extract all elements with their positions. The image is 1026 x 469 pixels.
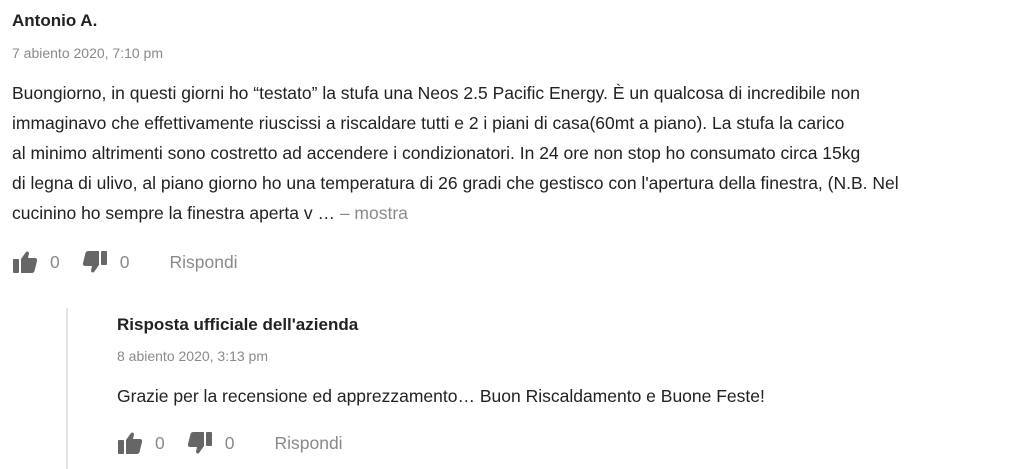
thumbs-down-icon bbox=[187, 432, 212, 454]
reply-button[interactable]: Rispondi bbox=[274, 433, 342, 454]
like-count: 0 bbox=[50, 251, 60, 272]
official-reply-author: Risposta ufficiale dell'azienda bbox=[117, 315, 359, 334]
review-actions: 0 0 Rispondi bbox=[12, 248, 1022, 276]
show-more-link[interactable]: – mostra bbox=[340, 203, 408, 223]
review-author: Antonio A. bbox=[12, 11, 98, 30]
official-reply-thread: Risposta ufficiale dell'azienda 8 abient… bbox=[66, 308, 1018, 469]
like-button[interactable]: 0 bbox=[12, 250, 60, 274]
dislike-count: 0 bbox=[119, 251, 130, 272]
review-body: Buongiorno, in questi giorni ho “testato… bbox=[12, 78, 1024, 228]
review-body-line: immaginavo che effettivamente riuscissi … bbox=[12, 113, 845, 133]
official-reply-card: Risposta ufficiale dell'azienda 8 abient… bbox=[117, 314, 997, 457]
like-button[interactable]: 0 bbox=[117, 431, 165, 455]
review-body-line-last: cucinino ho sempre la finestra aperta v … bbox=[12, 198, 1024, 228]
official-reply-date: 8 abiento 2020, 3:13 pm bbox=[117, 348, 269, 364]
thumbs-down-icon bbox=[82, 251, 107, 273]
reply-button[interactable]: Rispondi bbox=[169, 252, 237, 273]
official-reply-text: Grazie per la recensione ed apprezzament… bbox=[117, 386, 765, 406]
review-body-line: di legna di ulivo, al piano giorno ho un… bbox=[12, 173, 899, 193]
like-count: 0 bbox=[155, 432, 165, 453]
review-body-line: Buongiorno, in questi giorni ho “testato… bbox=[12, 83, 860, 103]
review-body-line: cucinino ho sempre la finestra aperta v … bbox=[12, 203, 335, 223]
review-body-line: al minimo altrimenti sono costretto ad a… bbox=[12, 143, 861, 163]
thumbs-up-icon bbox=[13, 251, 38, 273]
review-card: Antonio A. 7 abiento 2020, 7:10 pm Buong… bbox=[12, 10, 1022, 276]
official-reply-actions: 0 0 Rispondi bbox=[117, 429, 997, 457]
thumbs-up-icon bbox=[118, 432, 143, 454]
dislike-button[interactable]: 0 bbox=[82, 250, 130, 274]
dislike-count: 0 bbox=[224, 432, 235, 453]
dislike-button[interactable]: 0 bbox=[187, 431, 235, 455]
review-date: 7 abiento 2020, 7:10 pm bbox=[12, 45, 164, 61]
